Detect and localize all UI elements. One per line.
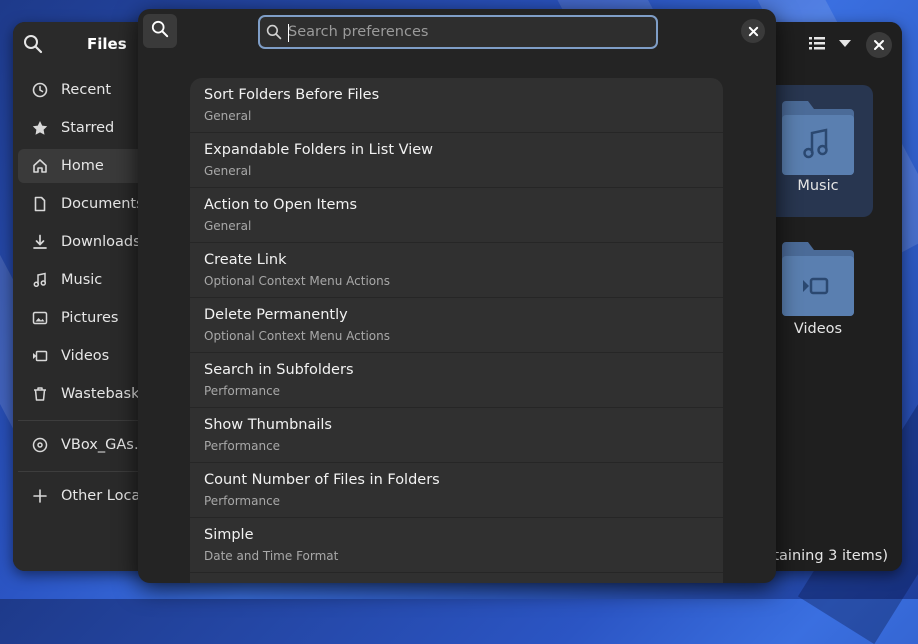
- home-icon: [31, 157, 49, 175]
- result-title: Show Thumbnails: [204, 417, 332, 433]
- result-title: Create Link: [204, 252, 287, 268]
- search-icon: [151, 20, 169, 42]
- folder-videos[interactable]: Videos: [763, 232, 873, 364]
- result-category: Date and Time Format: [204, 549, 339, 563]
- chevron-down-icon[interactable]: [837, 34, 861, 54]
- sidebar-item-label: Home: [61, 158, 104, 174]
- files-close-button[interactable]: [866, 32, 892, 58]
- search-toggle-button[interactable]: [143, 14, 177, 48]
- result-row[interactable]: Expandable Folders in List View General: [190, 133, 723, 188]
- disc-icon: [31, 436, 49, 454]
- search-input[interactable]: [288, 24, 638, 40]
- sidebar-item-label: Starred: [61, 120, 115, 136]
- result-row[interactable]: Delete Permanently Optional Context Menu…: [190, 298, 723, 353]
- close-icon: [748, 22, 759, 41]
- sidebar-item-label: VBox_GAs…: [61, 437, 149, 453]
- result-title: Count Number of Files in Folders: [204, 472, 440, 488]
- sidebar-item-label: Pictures: [61, 310, 119, 326]
- result-title: Delete Permanently: [204, 307, 348, 323]
- folder-label: Videos: [793, 321, 843, 337]
- music-icon: [31, 271, 49, 289]
- sidebar-item-label: Videos: [61, 348, 110, 364]
- sidebar-item-label: Recent: [61, 82, 112, 98]
- search-icon[interactable]: [23, 34, 45, 56]
- result-title: Sort Folders Before Files: [204, 87, 380, 103]
- list-view-icon[interactable]: [808, 34, 832, 54]
- result-category: Performance: [204, 384, 281, 398]
- download-icon: [31, 233, 49, 251]
- picture-icon: [31, 309, 49, 327]
- search-box: [258, 15, 658, 49]
- result-category: Performance: [204, 494, 281, 508]
- result-row[interactable]: Create Link Optional Context Menu Action…: [190, 243, 723, 298]
- result-title: Expandable Folders in List View: [204, 142, 434, 158]
- video-icon: [31, 347, 49, 365]
- result-category: Performance: [204, 439, 281, 453]
- result-row[interactable]: Sort Folders Before Files General: [190, 78, 723, 133]
- result-category: General: [204, 219, 252, 233]
- files-title: Files: [87, 35, 127, 53]
- trash-icon: [31, 385, 49, 403]
- folder-music[interactable]: Music: [763, 85, 873, 217]
- result-category: General: [204, 164, 252, 178]
- search-icon: [266, 24, 282, 40]
- search-results-list: Sort Folders Before Files General Expand…: [190, 78, 723, 583]
- result-row[interactable]: Show Thumbnails Performance: [190, 408, 723, 463]
- result-row[interactable]: Search in Subfolders Performance: [190, 353, 723, 408]
- result-row[interactable]: Simple Date and Time Format: [190, 518, 723, 573]
- clock-icon: [31, 81, 49, 99]
- result-row[interactable]: Action to Open Items General: [190, 188, 723, 243]
- result-category: Optional Context Menu Actions: [204, 329, 390, 343]
- result-title: Action to Open Items: [204, 197, 358, 213]
- sidebar-item-label: Downloads: [61, 234, 141, 250]
- sidebar-item-label: Documents: [61, 196, 144, 212]
- preferences-dialog: Sort Folders Before Files General Expand…: [138, 9, 776, 583]
- prefs-close-button[interactable]: [741, 19, 765, 43]
- plus-icon: [31, 487, 49, 505]
- result-title: Search in Subfolders: [204, 362, 354, 378]
- result-category: Optional Context Menu Actions: [204, 274, 390, 288]
- result-row[interactable]: Count Number of Files in Folders Perform…: [190, 463, 723, 518]
- result-title: Simple: [204, 527, 254, 543]
- star-icon: [31, 119, 49, 137]
- document-icon: [31, 195, 49, 213]
- folder-label: Music: [797, 178, 839, 194]
- close-icon: [873, 36, 885, 55]
- result-category: General: [204, 109, 252, 123]
- video-folder-icon: [778, 236, 858, 324]
- music-folder-icon: [778, 95, 858, 183]
- text-caret: [288, 24, 289, 42]
- sidebar-item-label: Music: [61, 272, 103, 288]
